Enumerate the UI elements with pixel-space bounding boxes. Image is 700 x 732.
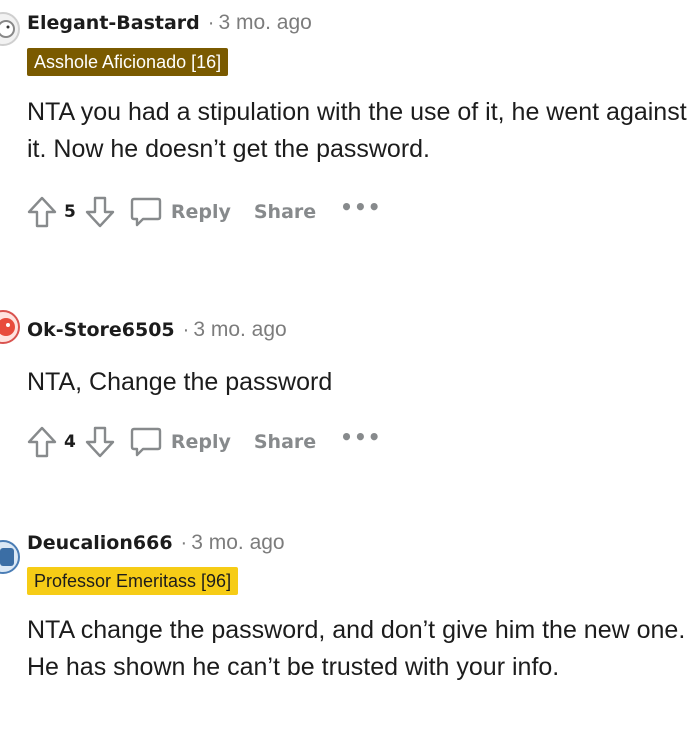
author-link[interactable]: Deucalion666	[27, 532, 173, 554]
user-flair: Asshole Aficionado [16]	[27, 48, 229, 76]
comment-body: NTA, Change the password	[27, 368, 333, 396]
share-button[interactable]: Share	[254, 431, 316, 453]
comment-bubble-icon[interactable]	[129, 194, 163, 230]
comment-body: NTA change the password, and don’t give …	[27, 616, 686, 681]
downvote-arrow-icon[interactable]	[83, 424, 117, 460]
comment-bubble-icon[interactable]	[129, 424, 163, 460]
reply-button[interactable]: Reply	[171, 431, 231, 453]
timestamp[interactable]: 3 mo. ago	[218, 11, 311, 34]
comment-actions: 4 Reply Share •••	[25, 422, 382, 462]
comment-body: NTA you had a stipulation with the use o…	[27, 98, 687, 163]
meta-separator: ·	[207, 12, 215, 34]
meta-separator: ·	[180, 532, 188, 554]
reply-button[interactable]: Reply	[171, 201, 231, 223]
vote-count: 4	[64, 432, 76, 452]
comment-actions: 5 Reply Share •••	[25, 192, 382, 232]
user-avatar[interactable]	[0, 540, 20, 574]
meta-separator: ·	[182, 319, 190, 341]
downvote-arrow-icon[interactable]	[83, 194, 117, 230]
timestamp[interactable]: 3 mo. ago	[193, 318, 286, 341]
more-options-icon[interactable]: •••	[340, 195, 381, 219]
upvote-arrow-icon[interactable]	[25, 194, 59, 230]
comment-meta: Elegant-Bastard · 3 mo. ago	[27, 11, 312, 35]
author-link[interactable]: Elegant-Bastard	[27, 12, 200, 34]
user-avatar[interactable]	[0, 12, 20, 46]
share-button[interactable]: Share	[254, 201, 316, 223]
upvote-arrow-icon[interactable]	[25, 424, 59, 460]
author-link[interactable]: Ok-Store6505	[27, 319, 175, 341]
avatar-icon	[0, 20, 15, 38]
user-flair: Professor Emeritass [96]	[27, 567, 239, 595]
more-options-icon[interactable]: •••	[340, 425, 381, 449]
timestamp[interactable]: 3 mo. ago	[191, 531, 284, 554]
user-avatar[interactable]	[0, 310, 20, 344]
avatar-icon	[0, 548, 14, 566]
comment-meta: Deucalion666 · 3 mo. ago	[27, 531, 285, 555]
avatar-icon	[0, 318, 15, 336]
comment-meta: Ok-Store6505 · 3 mo. ago	[27, 318, 287, 342]
vote-count: 5	[64, 202, 76, 222]
